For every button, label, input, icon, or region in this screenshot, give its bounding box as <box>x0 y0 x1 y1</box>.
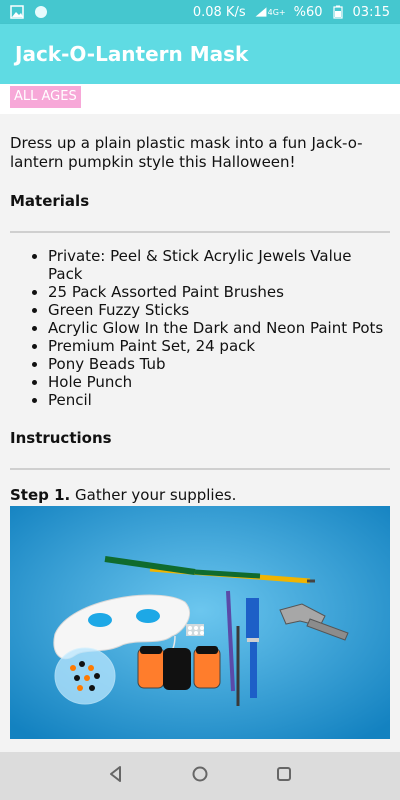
material-item: Pencil <box>48 391 390 409</box>
step-1-label: Step 1. <box>10 486 71 504</box>
signal-icon <box>254 5 268 19</box>
recents-button[interactable] <box>270 762 298 790</box>
back-button[interactable] <box>102 762 130 790</box>
material-item: 25 Pack Assorted Paint Brushes <box>48 283 390 301</box>
status-left <box>0 5 48 19</box>
materials-divider <box>10 231 390 233</box>
image-icon <box>10 5 24 19</box>
circle-icon <box>34 5 48 19</box>
intro-text: Dress up a plain plastic mask into a fun… <box>10 134 363 171</box>
materials-list: Private: Peel & Stick Acrylic Jewels Val… <box>10 247 390 409</box>
home-icon <box>191 765 209 787</box>
status-right: 0.08 K/s 4G+ %60 03:15 <box>193 5 400 20</box>
article-content: Dress up a plain plastic mask into a fun… <box>10 134 390 505</box>
back-icon <box>107 765 125 787</box>
instructions-divider <box>10 468 390 470</box>
network-type: 4G+ <box>267 7 286 17</box>
status-bar: 0.08 K/s 4G+ %60 03:15 <box>0 0 400 24</box>
material-item: Green Fuzzy Sticks <box>48 301 390 319</box>
nav-bar <box>0 752 400 800</box>
material-item: Pony Beads Tub <box>48 355 390 373</box>
materials-heading: Materials <box>10 192 90 210</box>
supplies-photo <box>10 506 390 739</box>
recents-icon <box>275 765 293 787</box>
app-bar: Jack-O-Lantern Mask <box>0 24 400 84</box>
step-1-text: Gather your supplies. <box>70 486 237 504</box>
app-title: Jack-O-Lantern Mask <box>15 42 249 66</box>
network-speed: 0.08 K/s <box>192 4 246 20</box>
material-item: Private: Peel & Stick Acrylic Jewels Val… <box>48 247 390 283</box>
battery-percent: %60 <box>293 4 323 20</box>
instructions-heading: Instructions <box>10 429 112 447</box>
material-item: Premium Paint Set, 24 pack <box>48 337 390 355</box>
material-item: Acrylic Glow In the Dark and Neon Paint … <box>48 319 390 337</box>
material-item: Hole Punch <box>48 373 390 391</box>
home-button[interactable] <box>186 762 214 790</box>
clock: 03:15 <box>352 4 390 20</box>
age-badge: ALL AGES <box>10 86 81 108</box>
battery-icon <box>331 5 345 19</box>
step-1: Step 1. Gather your supplies. <box>10 486 390 505</box>
